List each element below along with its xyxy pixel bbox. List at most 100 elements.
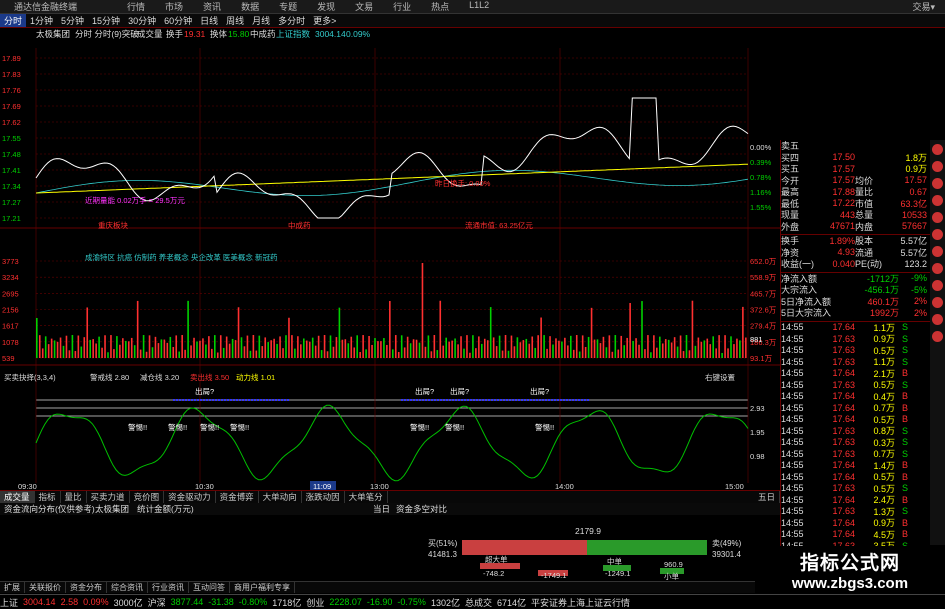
- sell-bar: [587, 540, 707, 555]
- tick-price: 17.63: [832, 345, 855, 356]
- period-tab-6[interactable]: 日线: [196, 14, 222, 27]
- period-tab-7[interactable]: 周线: [222, 14, 248, 27]
- volume-bar: [380, 341, 382, 358]
- quote-value-2: 10533: [901, 209, 927, 220]
- five-day-tab[interactable]: 五日: [754, 491, 780, 503]
- volume-bar: [679, 335, 682, 358]
- indicator-tab-5[interactable]: 资金驱动力: [164, 491, 216, 503]
- indicator-tab-6[interactable]: 资金博弈: [216, 491, 259, 503]
- volume-bar: [77, 335, 80, 358]
- signal-dot: [185, 399, 187, 401]
- warn-signal-label: 警惕!!: [230, 422, 249, 432]
- fund-flow-title: 资金流向分布(仅供参考): [4, 504, 95, 514]
- lower-tab-0[interactable]: 扩展: [0, 582, 25, 593]
- volume-bar: [531, 336, 534, 358]
- volume-bar: [483, 338, 486, 358]
- indicator-tab-0[interactable]: 成交量: [0, 491, 35, 503]
- volume-bar: [98, 336, 100, 358]
- star-icon[interactable]: [932, 297, 943, 308]
- menu-item-3[interactable]: 数据: [231, 0, 269, 13]
- period-tab-2[interactable]: 5分钟: [57, 14, 88, 27]
- tick-price: 17.63: [832, 425, 855, 436]
- indicator-tab-8[interactable]: 涨跌动因: [302, 491, 345, 503]
- signal-dot: [479, 399, 481, 401]
- sector-label: 重庆板块: [98, 220, 128, 230]
- stock-icon[interactable]: [932, 212, 943, 223]
- watermark-title: 指标公式网: [799, 553, 900, 574]
- user-icon[interactable]: [932, 246, 943, 257]
- volume-bar: [136, 300, 139, 358]
- indicator-tab-9[interactable]: 大单笔分: [345, 491, 388, 503]
- share-icon[interactable]: [932, 280, 943, 291]
- news-icon[interactable]: [932, 161, 943, 172]
- alert-icon[interactable]: [932, 144, 943, 155]
- signal-dot: [509, 399, 511, 401]
- period-tab-10[interactable]: 更多>: [309, 14, 340, 27]
- volume-bar: [481, 343, 483, 358]
- indicator-tabs: 成交量 指标 量比 买卖力道 竞价图 资金驱动力 资金博弈 大单动向 涨跌动因 大单笔分 五日: [0, 490, 780, 503]
- indicator-tab-2[interactable]: 量比: [61, 491, 87, 503]
- tick-time: 14:55: [781, 529, 804, 540]
- volume-bar: [104, 335, 106, 358]
- menu-icon[interactable]: [932, 331, 943, 342]
- period-tab-5[interactable]: 60分钟: [160, 14, 196, 27]
- signal-dot: [260, 399, 262, 401]
- menu-item-6[interactable]: 文易: [345, 0, 383, 13]
- signal-dot: [182, 399, 184, 401]
- menu-item-4[interactable]: 专题: [269, 0, 307, 13]
- tick-time: 14:55: [781, 322, 804, 333]
- volume-bar: [311, 337, 314, 358]
- volume-bar: [561, 341, 563, 358]
- lower-tab-3[interactable]: 综合资讯: [107, 582, 148, 593]
- trade-menu[interactable]: 交易▾: [902, 0, 945, 13]
- bell-icon[interactable]: [932, 229, 943, 240]
- volume-bar: [249, 350, 252, 358]
- signal-dot: [446, 399, 448, 401]
- chart-icon[interactable]: [932, 178, 943, 189]
- indicator-tab-1[interactable]: 指标: [35, 491, 61, 503]
- signal-dot: [425, 399, 427, 401]
- quote-value-2: 57667: [901, 221, 927, 232]
- menu-item-8[interactable]: 热点: [421, 0, 459, 13]
- period-tab-3[interactable]: 15分钟: [88, 14, 124, 27]
- menu-item-9[interactable]: L1L2: [459, 0, 499, 13]
- indicator-tab-7[interactable]: 大单动向: [259, 491, 302, 503]
- intraday-chart[interactable]: 太极集团 分时 分时(9)突破 成交量 换手 19.31 换体 15.80 中成…: [0, 28, 780, 490]
- period-tab-8[interactable]: 月线: [248, 14, 274, 27]
- volume-bar: [365, 349, 367, 358]
- status-item-4: 3000亿: [113, 597, 143, 608]
- menu-item-0[interactable]: 行情: [117, 0, 155, 13]
- menu-item-2[interactable]: 资讯: [193, 0, 231, 13]
- indicator-tab-4[interactable]: 竞价图: [130, 491, 165, 503]
- signal-dot: [530, 399, 532, 401]
- lower-tab-1[interactable]: 关联报价: [25, 582, 66, 593]
- period-tab-9[interactable]: 多分时: [274, 14, 309, 27]
- period-tab-1[interactable]: 1分钟: [26, 14, 57, 27]
- indicator-tab-3[interactable]: 买卖力道: [87, 491, 130, 503]
- f10-icon[interactable]: [932, 195, 943, 206]
- book-icon[interactable]: [932, 314, 943, 325]
- volume-bar: [44, 336, 47, 358]
- volume-bar: [676, 346, 679, 358]
- order-volume: 0.9万: [905, 164, 927, 175]
- volume-bar: [56, 341, 59, 358]
- lower-tab-6[interactable]: 商用户福利专享: [230, 582, 295, 593]
- menu-item-1[interactable]: 市场: [155, 0, 193, 13]
- signal-dot: [473, 399, 475, 401]
- volume-bar: [386, 344, 388, 358]
- gift-icon[interactable]: [932, 263, 943, 274]
- signal-dot: [554, 399, 556, 401]
- sell-value: 39301.4: [712, 550, 741, 559]
- lower-tab-5[interactable]: 互动问答: [189, 582, 230, 593]
- period-tab-4[interactable]: 30分钟: [124, 14, 160, 27]
- signal-dot: [272, 399, 274, 401]
- volume-bar: [590, 307, 593, 358]
- lower-tab-2[interactable]: 资金分布: [66, 582, 107, 593]
- volume-bar: [122, 338, 124, 358]
- volume-bar: [439, 300, 442, 358]
- menu-item-7[interactable]: 行业: [383, 0, 421, 13]
- lower-tab-4[interactable]: 行业资讯: [148, 582, 189, 593]
- volume-bar: [258, 335, 261, 358]
- menu-item-5[interactable]: 发现: [307, 0, 345, 13]
- period-tab-0[interactable]: 分时: [0, 14, 27, 27]
